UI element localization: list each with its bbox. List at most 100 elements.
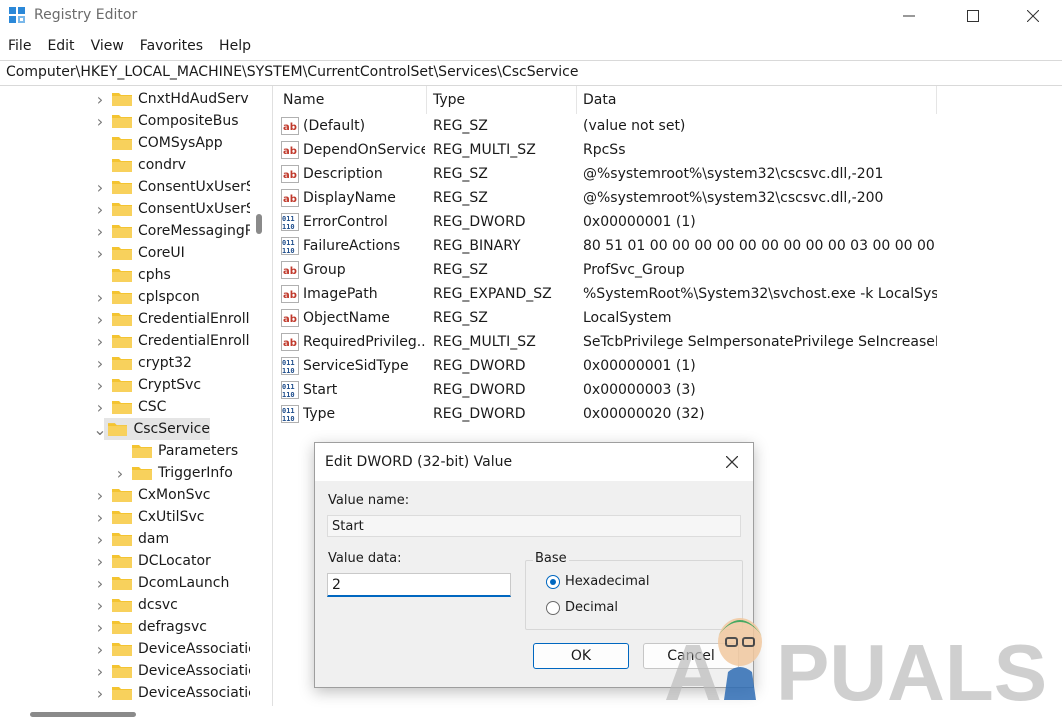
tree-item[interactable]: › CxUtilSvc <box>94 506 205 528</box>
tree-item[interactable]: › DeviceAssociatic <box>94 660 250 682</box>
tree-item[interactable]: › TriggerInfo <box>114 462 233 484</box>
menu-file[interactable]: File <box>0 34 39 58</box>
tree-item[interactable]: › CoreMessagingR <box>94 220 250 242</box>
column-name[interactable]: Name <box>277 86 427 114</box>
tree-item[interactable]: › DcomLaunch <box>94 572 230 594</box>
chevron-right-icon[interactable]: › <box>94 684 106 703</box>
chevron-right-icon[interactable]: › <box>94 618 106 637</box>
folder-icon <box>108 423 128 436</box>
menu-edit[interactable]: Edit <box>39 34 82 58</box>
chevron-right-icon[interactable]: › <box>94 332 106 351</box>
tree-item[interactable]: › DCLocator <box>94 550 211 572</box>
tree-item[interactable]: › CxMonSvc <box>94 484 211 506</box>
menu-help[interactable]: Help <box>211 34 259 58</box>
menu-favorites[interactable]: Favorites <box>132 34 211 58</box>
scrollbar-thumb[interactable] <box>30 712 136 717</box>
svg-text:ab: ab <box>283 314 297 325</box>
tree-item[interactable]: › dam <box>94 528 169 550</box>
tree-item[interactable]: › ConsentUxUserSv <box>94 198 250 220</box>
tree-item[interactable]: › DeviceAssociatic <box>94 682 250 704</box>
chevron-right-icon[interactable]: › <box>94 112 106 131</box>
chevron-down-icon[interactable]: ⌄ <box>93 420 106 439</box>
tree-item[interactable]: condrv <box>94 154 186 176</box>
close-button[interactable] <box>1010 0 1056 32</box>
value-row[interactable]: ab ObjectName REG_SZ LocalSystem <box>277 306 937 330</box>
address-bar[interactable]: Computer\HKEY_LOCAL_MACHINE\SYSTEM\Curre… <box>0 60 1062 86</box>
value-row[interactable]: ab ImagePath REG_EXPAND_SZ %SystemRoot%\Sys… <box>277 282 937 306</box>
svg-text:ab: ab <box>283 122 297 133</box>
scrollbar-thumb[interactable] <box>256 214 262 234</box>
column-type[interactable]: Type <box>427 86 577 114</box>
chevron-right-icon[interactable]: › <box>94 376 106 395</box>
tree-item[interactable]: › CompositeBus <box>94 110 239 132</box>
tree-item[interactable]: › CSC <box>94 396 167 418</box>
chevron-right-icon[interactable]: › <box>94 222 106 241</box>
hexadecimal-radio[interactable] <box>546 575 560 589</box>
tree-item[interactable]: COMSysApp <box>94 132 223 154</box>
value-row[interactable]: ab (Default) REG_SZ (value not set) <box>277 114 937 138</box>
chevron-right-icon[interactable]: › <box>94 244 106 263</box>
tree-item[interactable]: › DeviceAssociatic <box>94 638 250 660</box>
tree-item[interactable]: › CredentialEnrollr <box>94 308 250 330</box>
tree-vertical-scrollbar[interactable] <box>250 86 273 706</box>
decimal-radio[interactable] <box>546 601 560 615</box>
value-data: SeTcbPrivilege SeImpersonatePrivilege Se… <box>583 334 937 350</box>
folder-icon <box>112 247 132 260</box>
chevron-right-icon[interactable]: › <box>94 90 106 109</box>
minimize-button[interactable] <box>886 0 932 32</box>
chevron-right-icon[interactable]: › <box>94 574 106 593</box>
tree-item[interactable]: › ConsentUxUserSv <box>94 176 250 198</box>
value-row[interactable]: 011 110 Start REG_DWORD 0x00000003 (3) <box>277 378 937 402</box>
tree-item[interactable]: › defragsvc <box>94 616 207 638</box>
folder-icon <box>112 577 132 590</box>
value-type: REG_DWORD <box>433 406 526 422</box>
value-data-input[interactable]: 2 <box>327 573 511 597</box>
ok-button[interactable]: OK <box>533 643 629 669</box>
chevron-right-icon[interactable]: › <box>94 354 106 373</box>
tree-item[interactable]: › CnxtHdAudServic <box>94 88 250 110</box>
value-row[interactable]: 011 110 ErrorControl REG_DWORD 0x00000001 (1… <box>277 210 937 234</box>
tree-item[interactable]: › cplspcon <box>94 286 200 308</box>
value-row[interactable]: 011 110 ServiceSidType REG_DWORD 0x00000001 … <box>277 354 937 378</box>
chevron-right-icon[interactable]: › <box>94 662 106 681</box>
tree-item[interactable]: › crypt32 <box>94 352 192 374</box>
tree-item[interactable]: Parameters <box>114 440 238 462</box>
menu-view[interactable]: View <box>83 34 132 58</box>
value-name: FailureActions <box>303 238 401 254</box>
chevron-right-icon[interactable]: › <box>94 200 106 219</box>
tree-horizontal-scrollbar[interactable] <box>0 706 272 721</box>
maximize-button[interactable] <box>950 0 996 32</box>
chevron-right-icon[interactable]: › <box>94 508 106 527</box>
registry-editor-icon <box>9 7 25 23</box>
svg-text:A: A <box>664 628 722 708</box>
value-row[interactable]: ab RequiredPrivileg... REG_MULTI_SZ SeTcbPr… <box>277 330 937 354</box>
column-data[interactable]: Data <box>577 86 937 114</box>
tree-item[interactable]: cphs <box>94 264 171 286</box>
chevron-right-icon[interactable]: › <box>94 288 106 307</box>
value-row[interactable]: 011 110 Type REG_DWORD 0x00000020 (32) <box>277 402 937 426</box>
value-row[interactable]: ab Description REG_SZ @%systemroot%\system3… <box>277 162 937 186</box>
chevron-right-icon[interactable]: › <box>94 596 106 615</box>
chevron-right-icon[interactable]: › <box>94 310 106 329</box>
chevron-right-icon[interactable]: › <box>94 552 106 571</box>
value-row[interactable]: ab Group REG_SZ ProfSvc_Group <box>277 258 937 282</box>
chevron-right-icon[interactable]: › <box>114 464 126 483</box>
tree-item[interactable]: › CoreUI <box>94 242 185 264</box>
hexadecimal-label[interactable]: Hexadecimal <box>565 574 649 589</box>
decimal-label[interactable]: Decimal <box>565 600 618 615</box>
chevron-right-icon[interactable]: › <box>94 398 106 417</box>
tree-item[interactable]: › dcsvc <box>94 594 178 616</box>
chevron-right-icon[interactable]: › <box>94 530 106 549</box>
tree-item[interactable]: › CryptSvc <box>94 374 201 396</box>
tree-item[interactable]: › CredentialEnrollr <box>94 330 250 352</box>
dialog-close-button[interactable] <box>721 451 743 473</box>
folder-icon <box>112 357 132 370</box>
chevron-right-icon[interactable]: › <box>94 486 106 505</box>
value-row[interactable]: 011 110 FailureActions REG_BINARY 80 51 01 0… <box>277 234 937 258</box>
chevron-right-icon[interactable]: › <box>94 178 106 197</box>
chevron-right-icon[interactable]: › <box>94 640 106 659</box>
value-row[interactable]: ab DependOnService REG_MULTI_SZ RpcSs <box>277 138 937 162</box>
tree-item[interactable]: ⌄ CscService <box>93 418 210 440</box>
value-row[interactable]: ab DisplayName REG_SZ @%systemroot%\system3… <box>277 186 937 210</box>
svg-text:ab: ab <box>283 194 297 205</box>
